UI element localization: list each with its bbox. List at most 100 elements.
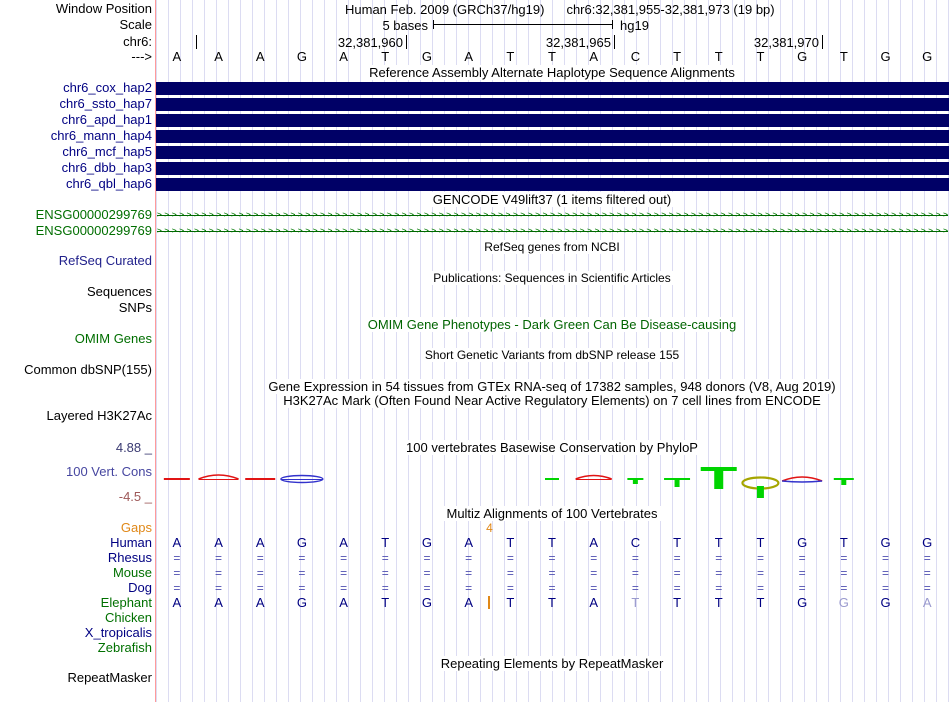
scale-value: 5 bases xyxy=(382,18,428,33)
multiz-species-label-zebrafish[interactable]: Zebrafish xyxy=(98,641,152,655)
multiz-match-symbol: = xyxy=(423,566,431,580)
haplotype-label-chr6_qbl_hap6[interactable]: chr6_qbl_hap6 xyxy=(66,177,152,191)
multiz-match-symbol: = xyxy=(882,581,890,595)
base-letter: A xyxy=(255,49,265,64)
haplotype-label-chr6_dbb_hap3[interactable]: chr6_dbb_hap3 xyxy=(62,161,152,175)
multiz-match-symbol: = xyxy=(715,566,723,580)
ruler-tick xyxy=(822,35,823,49)
multiz-match-symbol: = xyxy=(173,581,181,595)
base-letter: G xyxy=(421,49,433,64)
haplotype-label-chr6_mann_hap4[interactable]: chr6_mann_hap4 xyxy=(51,129,152,143)
multiz-match-symbol: = xyxy=(590,551,598,565)
base-letter: A xyxy=(255,595,265,610)
base-letter: G xyxy=(880,595,891,610)
haplotype-alignment-bar[interactable] xyxy=(156,82,949,95)
multiz-species-label-mouse[interactable]: Mouse xyxy=(113,566,152,580)
gencode-gene-label[interactable]: ENSG00000299769 xyxy=(36,224,152,238)
publications-track-title-text: Publications: Sequences in Scientific Ar… xyxy=(430,271,674,285)
multiz-species-label-dog[interactable]: Dog xyxy=(128,581,152,595)
multiz-match-symbol: = xyxy=(173,566,181,580)
multiz-match-symbol: = xyxy=(882,551,890,565)
dbsnp-track-title[interactable]: Short Genetic Variants from dbSNP releas… xyxy=(156,348,948,362)
dbsnp-label[interactable]: Common dbSNP(155) xyxy=(24,363,152,377)
haplotype-alignment-bar[interactable] xyxy=(156,146,949,159)
base-letter: T xyxy=(381,595,390,610)
base-letter: G xyxy=(421,535,433,550)
wiggle-ellipse-bar xyxy=(756,486,764,498)
base-letter: G xyxy=(797,49,808,64)
ruler-tick-label: 32,381,970 xyxy=(753,35,819,50)
omim-genes-label[interactable]: OMIM Genes xyxy=(75,332,152,346)
multiz-letters-human: AAAGATGATTACTTTGTGG xyxy=(156,536,948,550)
base-letter: T xyxy=(673,49,682,64)
multiz-match-symbol: = xyxy=(756,566,764,580)
haplotype-alignment-bar[interactable] xyxy=(156,114,949,127)
multiz-match-symbol: = xyxy=(465,551,473,565)
multiz-match-symbol: = xyxy=(340,566,348,580)
position-range: chr6:32,381,955-32,381,973 (19 bp) xyxy=(566,2,775,17)
refseq-curated-label[interactable]: RefSeq Curated xyxy=(59,254,152,268)
repeatmasker-label[interactable]: RepeatMasker xyxy=(67,671,152,685)
gtex-track-title[interactable]: Gene Expression in 54 tissues from GTEx … xyxy=(156,379,948,394)
haplotype-alignment-bar[interactable] xyxy=(156,98,949,111)
multiz-species-label-x_tropicalis[interactable]: X_tropicalis xyxy=(85,626,152,640)
base-letter: A xyxy=(464,535,473,550)
gencode-gene-label[interactable]: ENSG00000299769 xyxy=(36,208,152,222)
multiz-gaps-label[interactable]: Gaps xyxy=(121,521,152,535)
base-letter: T xyxy=(756,595,765,610)
publications-snps-label[interactable]: SNPs xyxy=(119,301,152,315)
multiz-match-symbol: = xyxy=(673,551,681,565)
omim-track-title[interactable]: OMIM Gene Phenotypes - Dark Green Can Be… xyxy=(156,317,948,332)
multiz-track-title[interactable]: Multiz Alignments of 100 Vertebrates xyxy=(156,506,948,521)
haplotype-label-chr6_cox_hap2[interactable]: chr6_cox_hap2 xyxy=(63,81,152,95)
haplotype-alignment-bar[interactable] xyxy=(156,162,949,175)
haplotype-track-title[interactable]: Reference Assembly Alternate Haplotype S… xyxy=(156,65,948,80)
base-letter: T xyxy=(756,49,765,64)
base-letter: T xyxy=(673,595,682,610)
multiz-match-symbol: = xyxy=(840,566,848,580)
publications-sequences-label[interactable]: Sequences xyxy=(87,285,152,299)
haplotype-label-chr6_apd_hap1[interactable]: chr6_apd_hap1 xyxy=(62,113,152,127)
refseq-track-title[interactable]: RefSeq genes from NCBI xyxy=(156,240,948,254)
multiz-match-symbol: = xyxy=(631,551,639,565)
multiz-species-label-rhesus[interactable]: Rhesus xyxy=(108,551,152,565)
genome-browser-image: Window Position Human Feb. 2009 (GRCh37/… xyxy=(0,0,950,702)
h3k27ac-track-title[interactable]: H3K27Ac Mark (Often Found Near Active Re… xyxy=(156,393,948,408)
base-letter: G xyxy=(296,49,307,64)
haplotype-alignment-bar[interactable] xyxy=(156,178,949,191)
wiggle-dash xyxy=(245,478,276,480)
base-letter: C xyxy=(630,49,641,64)
wiggle-bar xyxy=(841,480,847,485)
multiz-match-symbol: = xyxy=(381,566,389,580)
multiz-species-label-elephant[interactable]: Elephant xyxy=(101,596,152,610)
multiz-match-symbol: = xyxy=(840,551,848,565)
conservation-wiggle-plot xyxy=(163,467,854,498)
h3k27ac-label[interactable]: Layered H3K27Ac xyxy=(46,409,152,423)
multiz-match-symbol: = xyxy=(590,581,598,595)
wiggle-dash xyxy=(545,478,559,480)
haplotype-label-chr6_ssto_hap7[interactable]: chr6_ssto_hap7 xyxy=(59,97,152,111)
gencode-track-title[interactable]: GENCODE V49lift37 (1 items filtered out) xyxy=(156,192,948,207)
base-letter: A xyxy=(339,49,348,64)
chrom-label: chr6: xyxy=(123,34,152,49)
repeatmasker-track-title[interactable]: Repeating Elements by RepeatMasker xyxy=(156,656,948,671)
base-letter: A xyxy=(214,535,223,550)
multiz-species-label-human[interactable]: Human xyxy=(110,536,152,550)
multiz-species-label-chicken[interactable]: Chicken xyxy=(105,611,152,625)
multiz-match-symbol: = xyxy=(798,581,806,595)
multiz-match-symbol: = xyxy=(548,566,556,580)
base-letter: T xyxy=(714,49,723,64)
multiz-match-symbol: = xyxy=(673,566,681,580)
publications-track-title[interactable]: Publications: Sequences in Scientific Ar… xyxy=(156,271,948,285)
base-letter: T xyxy=(714,595,723,610)
multiz-letters-elephant: AAAGATGATTATTTTGGGA xyxy=(156,596,948,610)
haplotype-label-chr6_mcf_hap5[interactable]: chr6_mcf_hap5 xyxy=(62,145,152,159)
base-letter: G xyxy=(296,595,307,610)
multiz-match-symbol: = xyxy=(506,566,514,580)
multiz-match-row-rhesus: = = = = = = = = = = = = = = = = = = = xyxy=(156,551,948,565)
haplotype-alignment-bar[interactable] xyxy=(156,130,949,143)
h3k27ac-baseline xyxy=(155,437,950,438)
base-letter: A xyxy=(589,595,599,610)
base-letter: G xyxy=(421,595,433,610)
base-letter: T xyxy=(673,535,682,550)
